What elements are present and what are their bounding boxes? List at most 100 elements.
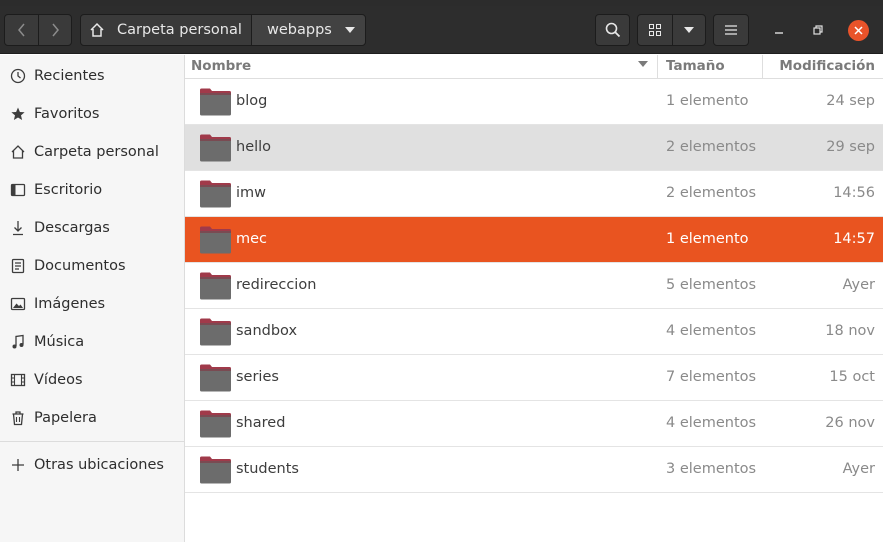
sidebar-item-label: Vídeos [34, 372, 83, 388]
column-header: Nombre Tamaño Modificación [185, 55, 883, 79]
star-icon [9, 106, 26, 123]
forward-button[interactable] [38, 14, 72, 46]
desktop-icon [9, 182, 26, 199]
path-current-button[interactable]: webapps [251, 14, 366, 46]
sidebar-item-label: Favoritos [34, 106, 100, 122]
sort-down-icon [638, 61, 648, 67]
file-row-students[interactable]: students 3 elementos Ayer [185, 447, 883, 493]
sidebar-item-label: Imágenes [34, 296, 106, 312]
close-button[interactable] [848, 20, 869, 41]
file-modified: 24 sep [826, 93, 875, 109]
column-size-header[interactable]: Tamaño [666, 58, 725, 74]
path-home-label: Carpeta personal [117, 22, 242, 38]
file-modified: 29 sep [826, 139, 875, 155]
music-icon [9, 334, 26, 351]
file-name: imw [236, 185, 267, 201]
sidebar-item-papelera[interactable]: Papelera [0, 399, 184, 437]
file-size: 2 elementos [666, 185, 757, 201]
sidebar-item-musica[interactable]: Música [0, 323, 184, 361]
column-divider[interactable] [657, 55, 658, 79]
sidebar-item-documentos[interactable]: Documentos [0, 247, 184, 285]
chevron-down-icon [345, 27, 355, 33]
column-modified-header[interactable]: Modificación [779, 58, 875, 74]
file-name: blog [236, 93, 268, 109]
path-home-button[interactable]: Carpeta personal [80, 14, 252, 46]
sidebar-item-label: Música [34, 334, 85, 350]
image-icon [9, 296, 26, 313]
sidebar-item-videos[interactable]: Vídeos [0, 361, 184, 399]
sidebar-item-label: Recientes [34, 68, 105, 84]
file-size: 1 elemento [666, 93, 749, 109]
sidebar-item-label: Papelera [34, 410, 97, 426]
sidebar-item-imagenes[interactable]: Imágenes [0, 285, 184, 323]
file-row-mec[interactable]: mec 1 elemento 14:57 [185, 217, 883, 263]
file-row-hello[interactable]: hello 2 elementos 29 sep [185, 125, 883, 171]
file-row-sandbox[interactable]: sandbox 4 elementos 18 nov [185, 309, 883, 355]
back-button[interactable] [4, 14, 39, 46]
file-name: mec [236, 231, 268, 247]
folder-icon [200, 410, 231, 438]
search-icon [605, 22, 620, 38]
restore-icon [813, 25, 823, 35]
file-modified: 14:57 [833, 231, 875, 247]
minimize-button[interactable] [769, 20, 789, 40]
download-icon [9, 220, 26, 237]
home-icon [90, 22, 104, 37]
search-button[interactable] [595, 14, 630, 46]
folder-icon [200, 456, 231, 484]
file-row-shared[interactable]: shared 4 elementos 26 nov [185, 401, 883, 447]
chevron-right-icon [52, 23, 59, 37]
home-icon [9, 144, 26, 161]
sidebar-item-favoritos[interactable]: Favoritos [0, 95, 184, 133]
file-modified: 18 nov [825, 323, 875, 339]
file-name: sandbox [236, 323, 298, 339]
column-divider[interactable] [762, 55, 763, 79]
folder-icon [200, 88, 231, 116]
menu-button[interactable] [713, 14, 749, 46]
folder-icon [200, 364, 231, 392]
trash-icon [9, 410, 26, 427]
file-size: 3 elementos [666, 461, 757, 477]
file-size: 1 elemento [666, 231, 749, 247]
plus-icon [9, 457, 26, 474]
video-icon [9, 372, 26, 389]
file-modified: 26 nov [825, 415, 875, 431]
sidebar-item-recientes[interactable]: Recientes [0, 57, 184, 95]
maximize-button[interactable] [808, 20, 828, 40]
path-current-label: webapps [267, 22, 332, 38]
file-size: 4 elementos [666, 415, 757, 431]
file-size: 5 elementos [666, 277, 757, 293]
file-name: hello [236, 139, 272, 155]
sidebar-item-carpeta-personal[interactable]: Carpeta personal [0, 133, 184, 171]
folder-icon [200, 272, 231, 300]
folder-icon [200, 180, 231, 208]
folder-icon [200, 134, 231, 162]
sidebar-item-label: Documentos [34, 258, 126, 274]
sidebar-item-label: Otras ubicaciones [34, 457, 164, 473]
file-name: shared [236, 415, 286, 431]
folder-icon [200, 226, 231, 254]
header-bar: Carpeta personal webapps [0, 6, 883, 54]
sidebar-item-escritorio[interactable]: Escritorio [0, 171, 184, 209]
sidebar-item-label: Carpeta personal [34, 144, 159, 160]
sidebar-item-label: Escritorio [34, 182, 103, 198]
sidebar-separator [0, 441, 184, 442]
file-row-series[interactable]: series 7 elementos 15 oct [185, 355, 883, 401]
column-name-header[interactable]: Nombre [191, 58, 251, 74]
chevron-down-icon [684, 27, 694, 33]
grid-view-button[interactable] [637, 14, 673, 46]
view-options-button[interactable] [672, 14, 706, 46]
sidebar-item-descargas[interactable]: Descargas [0, 209, 184, 247]
file-size: 2 elementos [666, 139, 757, 155]
file-size: 4 elementos [666, 323, 757, 339]
file-name: redireccion [236, 277, 317, 293]
file-modified: Ayer [842, 277, 875, 293]
file-row-blog[interactable]: blog 1 elemento 24 sep [185, 79, 883, 125]
sidebar-item-otras-ubicaciones[interactable]: Otras ubicaciones [0, 446, 184, 484]
file-row-imw[interactable]: imw 2 elementos 14:56 [185, 171, 883, 217]
file-modified: Ayer [842, 461, 875, 477]
hamburger-icon [725, 25, 737, 35]
file-modified: 14:56 [833, 185, 875, 201]
file-row-redireccion[interactable]: redireccion 5 elementos Ayer [185, 263, 883, 309]
folder-icon [200, 318, 231, 346]
